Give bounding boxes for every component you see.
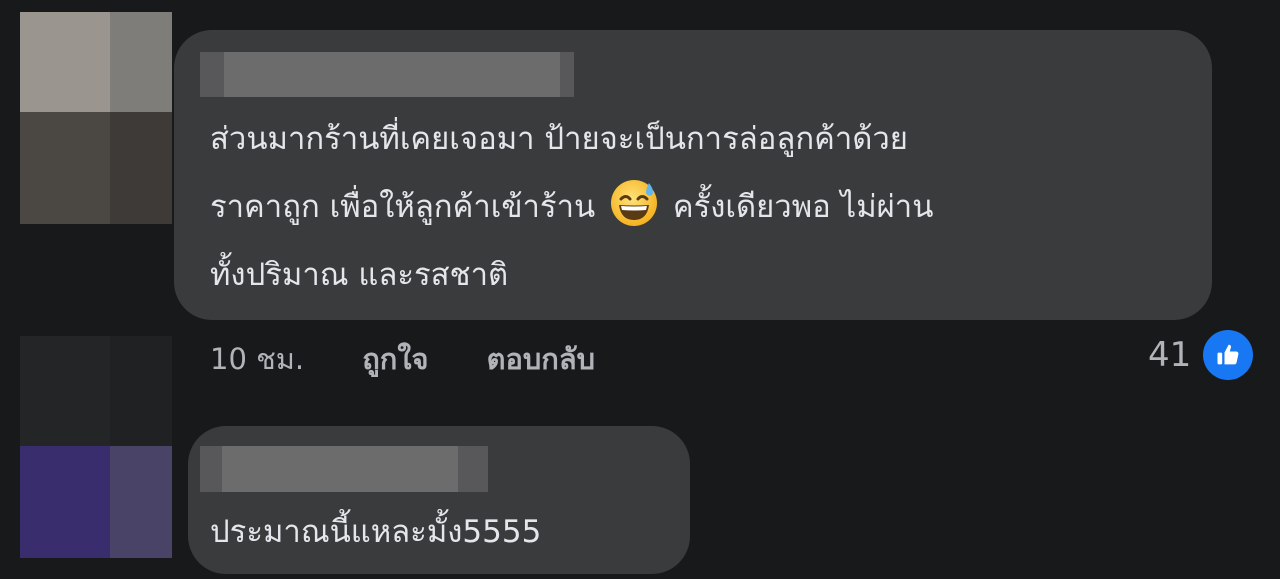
author-name[interactable] bbox=[200, 446, 488, 492]
comment-text: ส่วนมากร้านที่เคยเจอมา ป้ายจะเป็นการล่อล… bbox=[210, 105, 933, 309]
author-name[interactable] bbox=[200, 52, 574, 97]
thumbs-up-icon bbox=[1203, 330, 1254, 380]
reply-button[interactable]: ตอบกลับ bbox=[487, 342, 595, 376]
comment-line: ทั้งปริมาณ และรสชาติ bbox=[210, 257, 509, 293]
comment-line: ส่วนมากร้านที่เคยเจอมา ป้ายจะเป็นการล่อล… bbox=[210, 121, 908, 157]
avatar[interactable] bbox=[20, 336, 172, 558]
like-button[interactable]: ถูกใจ bbox=[362, 342, 428, 376]
comment-bubble: ส่วนมากร้านที่เคยเจอมา ป้ายจะเป็นการล่อล… bbox=[174, 30, 1212, 320]
reaction-count: 41 bbox=[1148, 335, 1192, 375]
comment-line: ราคาถูก เพื่อให้ลูกค้าเข้าร้าน ครั้งเดีย… bbox=[210, 173, 933, 241]
comment-timestamp[interactable]: 10 ชม. bbox=[210, 342, 304, 376]
grinning-face-with-sweat-icon bbox=[611, 180, 658, 226]
comment-text: ประมาณนี้แหละมั้ง5555 bbox=[210, 514, 542, 550]
comment-bubble: ประมาณนี้แหละมั้ง5555 bbox=[188, 426, 690, 574]
comment-actions: 10 ชม. ถูกใจ ตอบกลับ bbox=[210, 337, 595, 381]
avatar[interactable] bbox=[20, 12, 172, 224]
reaction-summary[interactable]: 41 bbox=[1148, 328, 1254, 382]
